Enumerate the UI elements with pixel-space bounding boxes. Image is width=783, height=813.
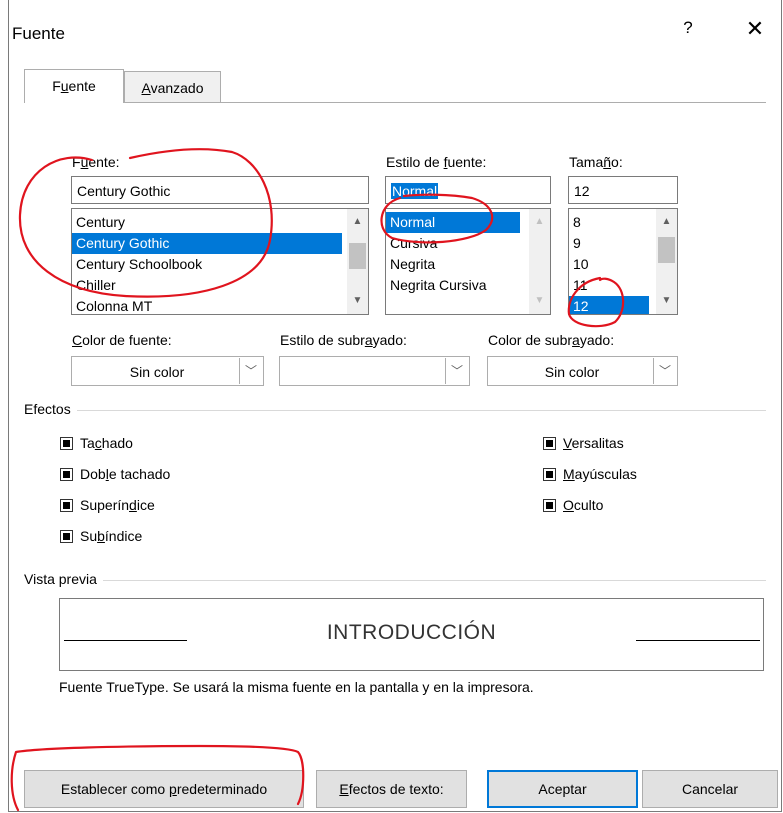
style-label: Estilo de fuente: xyxy=(386,154,487,170)
font-list[interactable]: Century Century Gothic Century Schoolbook C… xyxy=(71,208,369,315)
style-input-selected-text: Normal xyxy=(391,183,439,199)
window-title: Fuente xyxy=(12,24,65,43)
scroll-down-icon[interactable]: ▼ xyxy=(656,292,677,310)
preview-line-right xyxy=(636,640,760,641)
left-checkbox-label: Doble tachado xyxy=(80,466,171,482)
chevron-down-icon[interactable]: ﹀ xyxy=(445,358,468,384)
checkbox-indeterminate-icon[interactable] xyxy=(543,437,556,450)
font-list-item[interactable]: Century Gothic xyxy=(72,233,342,254)
underline-style-select[interactable]: ﹀ xyxy=(279,356,470,386)
scroll-thumb[interactable] xyxy=(658,237,675,263)
preview-divider xyxy=(24,580,766,581)
effects-divider xyxy=(24,410,766,411)
ok-button[interactable]: Aceptar xyxy=(487,770,638,808)
size-label: Tamaño: xyxy=(569,154,623,170)
scroll-thumb[interactable] xyxy=(349,243,366,269)
checkbox-indeterminate-icon[interactable] xyxy=(60,530,73,543)
left-checkbox-label: Tachado xyxy=(80,435,133,451)
size-list-item[interactable]: 10 xyxy=(569,254,649,275)
text-effects-button[interactable]: Efectos de texto: xyxy=(316,770,467,808)
left-checkbox-label: Subíndice xyxy=(80,528,143,544)
font-color-label: Color de fuente: xyxy=(72,332,172,348)
style-list-item[interactable]: Normal xyxy=(386,212,520,233)
style-list[interactable]: Normal Cursiva Negrita Negrita Cursiva ▲ ▼ xyxy=(385,208,551,315)
chevron-down-icon[interactable]: ﹀ xyxy=(239,358,262,384)
preview-title: Vista previa xyxy=(24,571,103,587)
checkbox-indeterminate-icon[interactable] xyxy=(543,499,556,512)
right-checkbox-label: Versalitas xyxy=(563,435,624,451)
font-list-item[interactable]: Chiller xyxy=(72,275,342,296)
font-color-value: Sin color xyxy=(129,364,185,380)
font-list-item[interactable]: Century xyxy=(72,212,342,233)
left-checkbox-label: Superíndice xyxy=(80,497,155,513)
scroll-down-icon[interactable]: ▼ xyxy=(529,292,550,310)
font-color-select[interactable]: Sin color ﹀ xyxy=(71,356,264,386)
tab-fuente[interactable]: Fuente xyxy=(24,69,124,103)
size-input[interactable]: 12 xyxy=(568,176,678,204)
help-button[interactable]: ? xyxy=(678,18,698,44)
checkbox-indeterminate-icon[interactable] xyxy=(60,437,73,450)
scroll-up-icon[interactable]: ▲ xyxy=(656,213,677,231)
font-label: Fuente: xyxy=(72,154,120,170)
size-list-scrollbar[interactable]: ▲ ▼ xyxy=(656,209,677,314)
chevron-down-icon[interactable]: ﹀ xyxy=(653,358,676,384)
size-list-item[interactable]: 11 xyxy=(569,275,649,296)
scroll-up-icon[interactable]: ▲ xyxy=(347,213,368,231)
cancel-button[interactable]: Cancelar xyxy=(642,770,778,808)
font-input[interactable]: Century Gothic xyxy=(71,176,369,204)
size-list-item[interactable]: 12 xyxy=(569,296,649,314)
style-list-scrollbar[interactable]: ▲ ▼ xyxy=(529,209,550,314)
checkbox-indeterminate-icon[interactable] xyxy=(60,499,73,512)
preview-box: INTRODUCCIÓN xyxy=(59,598,764,671)
scroll-down-icon[interactable]: ▼ xyxy=(347,292,368,310)
size-list[interactable]: 8 9 10 11 12 ▲ ▼ xyxy=(568,208,678,315)
preview-note: Fuente TrueType. Se usará la misma fuent… xyxy=(59,679,534,695)
font-list-scrollbar[interactable]: ▲ ▼ xyxy=(347,209,368,314)
scroll-up-icon[interactable]: ▲ xyxy=(529,213,550,231)
style-list-item[interactable]: Negrita Cursiva xyxy=(386,275,520,296)
tab-avanzado-label: Avanzado xyxy=(141,80,204,96)
style-list-item[interactable]: Negrita xyxy=(386,254,520,275)
right-checkbox-label: Mayúsculas xyxy=(563,466,637,482)
checkbox-indeterminate-icon[interactable] xyxy=(60,468,73,481)
right-checkbox-label: Oculto xyxy=(563,497,604,513)
style-input[interactable]: Normal xyxy=(385,176,551,204)
close-button[interactable]: ✕ xyxy=(742,16,768,44)
font-list-item[interactable]: Colonna MT xyxy=(72,296,342,314)
font-list-item[interactable]: Century Schoolbook xyxy=(72,254,342,275)
tab-avanzado[interactable]: Avanzado xyxy=(124,71,221,103)
style-list-item[interactable]: Cursiva xyxy=(386,233,520,254)
underline-color-label: Color de subrayado: xyxy=(488,332,615,348)
effects-title: Efectos xyxy=(24,401,77,417)
underline-color-select[interactable]: Sin color ﹀ xyxy=(487,356,678,386)
set-default-button[interactable]: Establecer como predeterminado xyxy=(24,770,304,808)
size-list-item[interactable]: 8 xyxy=(569,212,649,233)
underline-style-label: Estilo de subrayado: xyxy=(280,332,407,348)
checkbox-indeterminate-icon[interactable] xyxy=(543,468,556,481)
preview-text: INTRODUCCIÓN xyxy=(326,621,497,644)
size-list-item[interactable]: 9 xyxy=(569,233,649,254)
tab-fuente-label: Fuente xyxy=(52,78,96,94)
underline-color-value: Sin color xyxy=(544,364,600,380)
